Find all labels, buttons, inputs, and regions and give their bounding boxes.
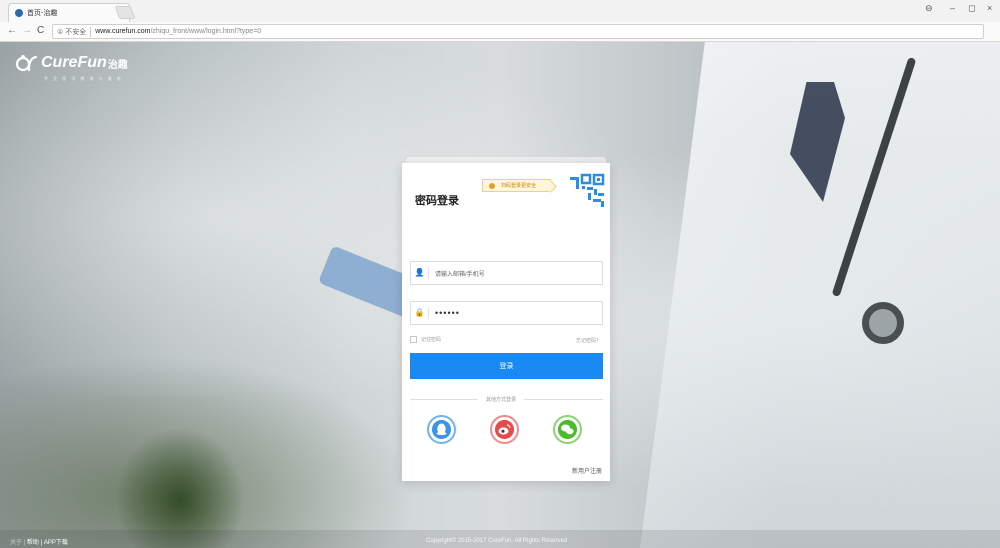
register-link[interactable]: 新用户注册 <box>572 466 602 475</box>
logo-icon <box>16 55 38 72</box>
footer-link-app[interactable]: APP下载 <box>44 540 68 546</box>
brand-logo[interactable]: CureFun 治趣 <box>16 54 128 72</box>
password-input[interactable]: •••••• <box>435 308 602 318</box>
remember-password[interactable]: 记住密码 <box>410 336 441 343</box>
url-path: /zhiqu_front/www/login.html?type=0 <box>150 28 262 35</box>
other-methods-label: 其他方式登录 <box>478 396 525 403</box>
stethoscope-decoration <box>862 302 904 344</box>
wechat-icon <box>558 420 577 439</box>
security-indicator[interactable]: ① 不安全 <box>57 26 92 37</box>
brand-slogan: 专 注 医 学 教 育 与 服 务 <box>44 76 123 81</box>
password-field[interactable]: 🔒 •••••• <box>410 301 603 325</box>
account-field[interactable]: 👤 请输入邮箱/手机号 <box>410 261 603 285</box>
account-input[interactable]: 请输入邮箱/手机号 <box>435 269 602 278</box>
login-title: 密码登录 <box>415 195 459 207</box>
weibo-login-button[interactable] <box>490 415 519 444</box>
url-input[interactable]: ① 不安全 www.curefun.com /zhiqu_front/www/l… <box>52 24 984 39</box>
tab-title: 首页-治趣 <box>27 10 58 17</box>
maximize-button[interactable]: ◻ <box>968 3 975 14</box>
qr-tip-label: 扫码登录更安全 <box>501 183 537 189</box>
back-arrow-icon[interactable]: ← <box>7 25 17 36</box>
qr-login-tip[interactable]: 扫码登录更安全 <box>482 179 552 192</box>
minimize-button[interactable]: – <box>950 3 955 13</box>
browser-chrome: 首页-治趣 × ⊖ – ◻ × ← → C ① 不安全 www.curefun.… <box>0 0 1000 42</box>
footer-links: 关于 | 帮助 | APP下载 <box>10 540 68 546</box>
page-background: CureFun 治趣 专 注 医 学 教 育 与 服 务 密码登录 扫码登录更安… <box>0 42 1000 548</box>
login-button[interactable]: 登录 <box>410 353 603 379</box>
forgot-password-link[interactable]: 忘记密码？ <box>576 337 601 344</box>
user-icon: 👤 <box>411 267 429 279</box>
account-icon[interactable]: ⊖ <box>925 3 933 14</box>
site-favicon-icon <box>15 9 23 17</box>
login-card: 密码登录 扫码登录更安全 👤 请输入邮箱/手机号 🔒 •••••• 记住密码 忘… <box>402 163 610 481</box>
footer-link-help[interactable]: 帮助 <box>27 540 39 546</box>
address-bar: ← → C ① 不安全 www.curefun.com /zhiqu_front… <box>0 22 1000 42</box>
forward-arrow-icon[interactable]: → <box>22 25 32 36</box>
copyright-text: Copyright© 2015-2017 CureFun. All Rights… <box>426 538 568 544</box>
qq-login-button[interactable] <box>427 415 456 444</box>
brand-name-cn: 治趣 <box>107 59 128 71</box>
qq-icon <box>432 420 451 439</box>
new-tab-button[interactable] <box>114 6 136 19</box>
close-window-button[interactable]: × <box>987 3 992 13</box>
weibo-icon <box>495 420 514 439</box>
browser-tab[interactable]: 首页-治趣 × <box>8 3 130 22</box>
brand-name: CureFun <box>41 54 107 71</box>
wechat-login-button[interactable] <box>553 415 582 444</box>
remember-checkbox[interactable] <box>410 336 417 343</box>
reload-icon[interactable]: C <box>37 25 44 36</box>
footer-link-about[interactable]: 关于 <box>10 540 22 546</box>
lock-icon: 🔒 <box>411 307 429 319</box>
qr-code-icon[interactable] <box>568 171 606 209</box>
url-domain: www.curefun.com <box>95 28 151 35</box>
remember-label: 记住密码 <box>421 337 442 343</box>
tab-bar: 首页-治趣 × ⊖ – ◻ × <box>0 0 1000 22</box>
tip-dot-icon <box>489 183 495 189</box>
